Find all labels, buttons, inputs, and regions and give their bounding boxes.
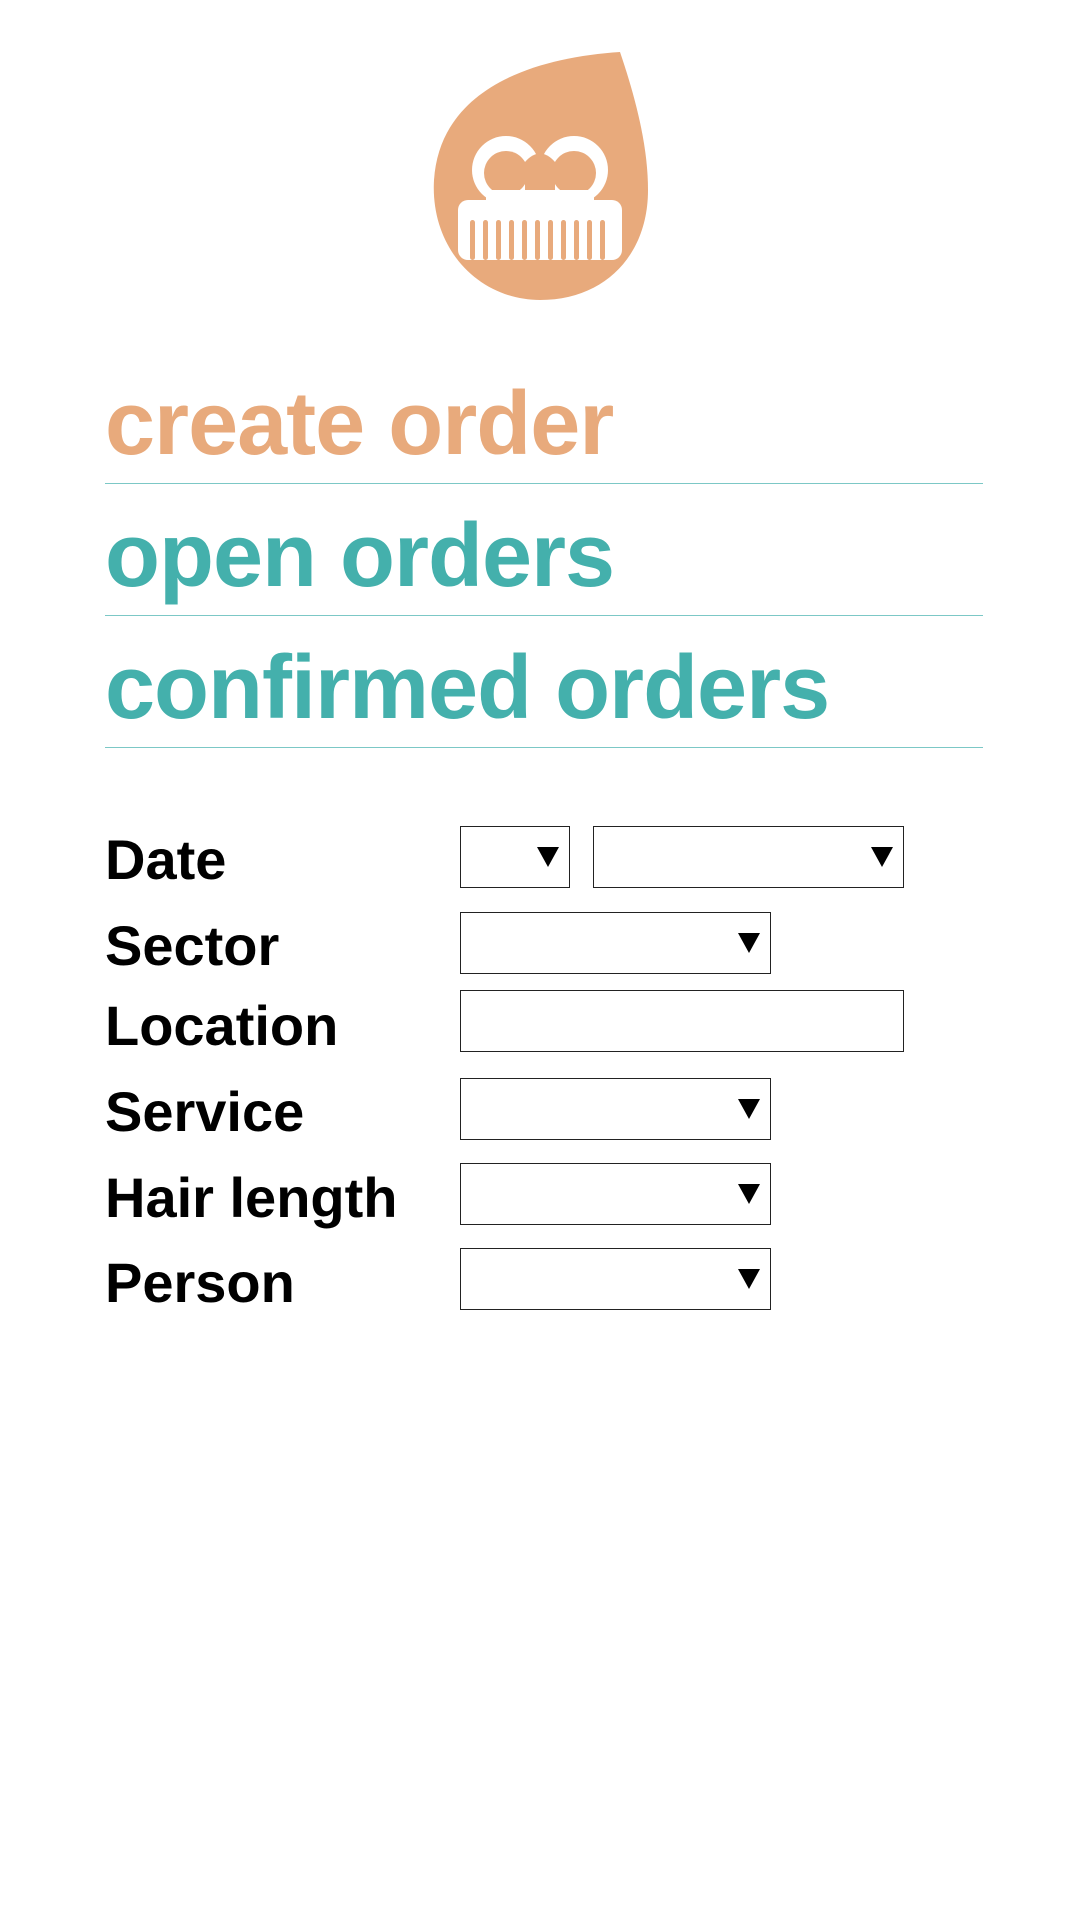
date-label: Date (105, 828, 227, 891)
logo-comb-drop-icon (433, 52, 648, 300)
date-day-select[interactable] (460, 826, 570, 888)
chevron-down-icon (871, 847, 893, 867)
person-select[interactable] (460, 1248, 771, 1310)
chevron-down-icon (738, 933, 760, 953)
service-label: Service (105, 1080, 305, 1143)
menu-item-label: create order (105, 374, 614, 474)
sector-label: Sector (105, 914, 280, 977)
sector-select[interactable] (460, 912, 771, 974)
menu-item-create-order[interactable]: create order (105, 360, 983, 484)
menu-item-confirmed-orders[interactable]: confirmed orders (105, 616, 983, 748)
main-menu: create order open orders confirmed order… (105, 360, 983, 748)
chevron-down-icon (738, 1269, 760, 1289)
hair-length-select[interactable] (460, 1163, 771, 1225)
menu-item-label: confirmed orders (105, 638, 830, 738)
chevron-down-icon (537, 847, 559, 867)
location-input[interactable] (460, 990, 904, 1052)
chevron-down-icon (738, 1099, 760, 1119)
menu-item-label: open orders (105, 506, 615, 606)
chevron-down-icon (738, 1184, 760, 1204)
service-select[interactable] (460, 1078, 771, 1140)
menu-item-open-orders[interactable]: open orders (105, 484, 983, 616)
date-month-select[interactable] (593, 826, 904, 888)
person-label: Person (105, 1251, 295, 1314)
location-label: Location (105, 994, 339, 1057)
hair-length-label: Hair length (105, 1166, 398, 1229)
